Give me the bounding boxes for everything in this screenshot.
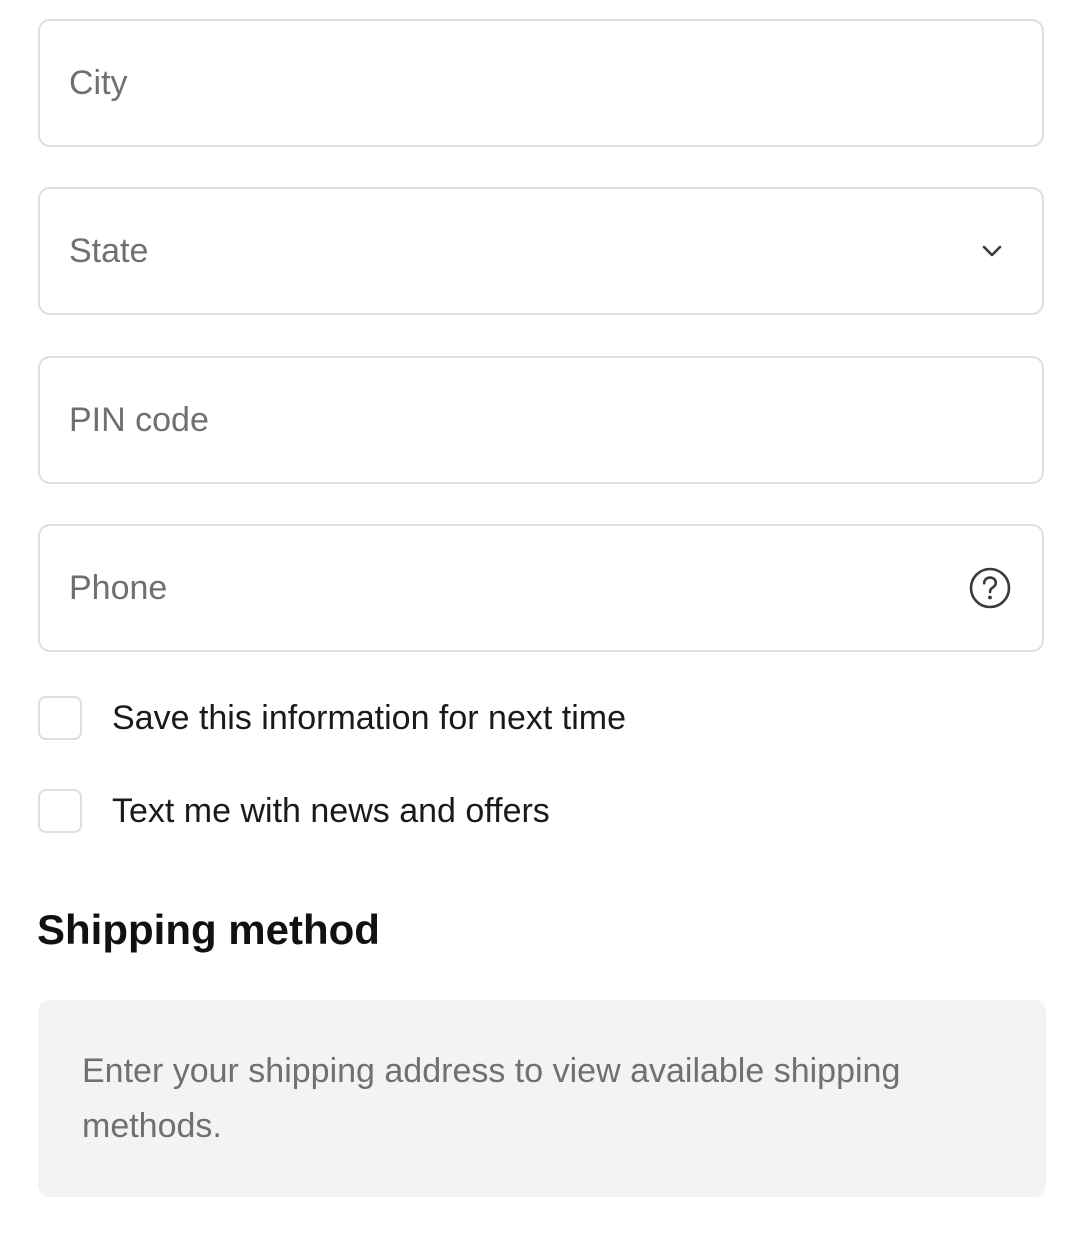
phone-field[interactable] [38, 524, 1044, 652]
save-info-label[interactable]: Save this information for next time [112, 699, 626, 738]
text-offers-checkbox[interactable] [38, 789, 82, 833]
phone-input[interactable] [40, 526, 1042, 650]
state-select-value: State [69, 231, 149, 270]
pin-code-input[interactable] [40, 358, 1042, 482]
text-offers-row[interactable]: Text me with news and offers [38, 787, 550, 835]
shipping-notice-text: Enter your shipping address to view avai… [82, 1052, 901, 1145]
state-select[interactable]: State [38, 187, 1044, 315]
save-info-checkbox[interactable] [38, 696, 82, 740]
help-circle-icon[interactable] [968, 566, 1012, 610]
shipping-method-notice: Enter your shipping address to view avai… [38, 1000, 1046, 1197]
city-input[interactable] [40, 21, 1042, 145]
shipping-method-heading: Shipping method [37, 906, 380, 953]
save-info-row[interactable]: Save this information for next time [38, 694, 626, 742]
chevron-down-icon [982, 245, 1002, 257]
city-field[interactable] [38, 19, 1044, 147]
pin-code-field[interactable] [38, 356, 1044, 484]
text-offers-label[interactable]: Text me with news and offers [112, 792, 550, 831]
